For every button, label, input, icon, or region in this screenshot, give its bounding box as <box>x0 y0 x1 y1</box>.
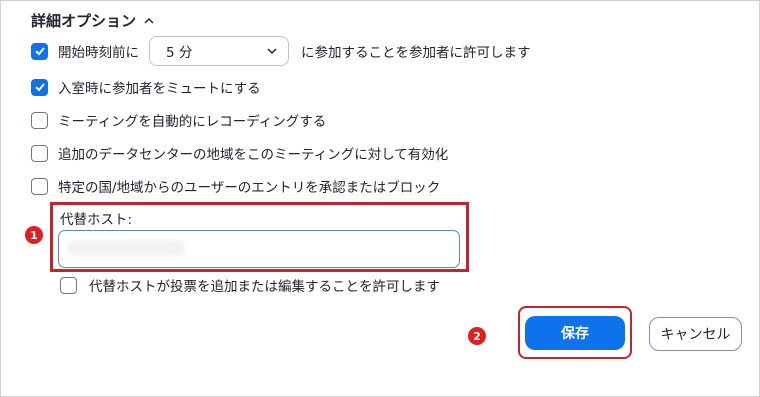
join-before-checkbox[interactable] <box>31 42 48 60</box>
allow-polls-option: 代替ホストが投票を追加または編集することを許可します <box>60 275 440 295</box>
check-icon <box>34 47 45 56</box>
join-before-suffix: に参加することを参加者に許可します <box>301 45 531 61</box>
step-2-badge: 2 <box>468 327 486 345</box>
data-center-label: 追加のデータセンターの地域をこのミーティングに対して有効化 <box>58 147 449 163</box>
auto-record-option: ミーティングを自動的にレコーディングする <box>31 110 326 130</box>
save-button[interactable]: 保存 <box>525 316 625 350</box>
country-block-checkbox[interactable] <box>31 177 48 195</box>
data-center-option: 追加のデータセンターの地域をこのミーティングに対して有効化 <box>31 143 448 163</box>
redacted-host-value <box>67 240 185 256</box>
chevron-down-icon <box>267 48 277 55</box>
country-block-option: 特定の国/地域からのユーザーのエントリを承認またはブロック <box>31 176 440 196</box>
mute-on-entry-label: 入室時に参加者をミュートにする <box>58 81 261 97</box>
auto-record-label: ミーティングを自動的にレコーディングする <box>58 114 327 130</box>
advanced-options-header[interactable]: 詳細オプション <box>31 10 156 31</box>
chevron-up-icon <box>142 14 156 28</box>
join-before-option: 開始時刻前に 5 分 に参加することを参加者に許可します <box>31 36 531 66</box>
data-center-checkbox[interactable] <box>31 144 48 162</box>
step-1-badge: 1 <box>25 226 43 244</box>
mute-on-entry-option: 入室時に参加者をミュートにする <box>31 77 261 97</box>
mute-on-entry-checkbox[interactable] <box>31 78 48 96</box>
allow-polls-label: 代替ホストが投票を追加または編集することを許可します <box>89 279 440 295</box>
alternative-host-label: 代替ホスト: <box>60 212 133 228</box>
check-icon <box>34 83 45 92</box>
join-before-time-select[interactable]: 5 分 <box>149 36 289 66</box>
alternative-host-input[interactable] <box>58 230 460 268</box>
join-before-label: 開始時刻前に <box>58 45 139 61</box>
country-block-label: 特定の国/地域からのユーザーのエントリを承認またはブロック <box>58 180 441 196</box>
section-title: 詳細オプション <box>31 12 137 30</box>
join-before-time-value: 5 分 <box>166 45 193 61</box>
allow-polls-checkbox[interactable] <box>60 276 77 294</box>
cancel-button[interactable]: キャンセル <box>649 317 742 351</box>
auto-record-checkbox[interactable] <box>31 111 48 129</box>
